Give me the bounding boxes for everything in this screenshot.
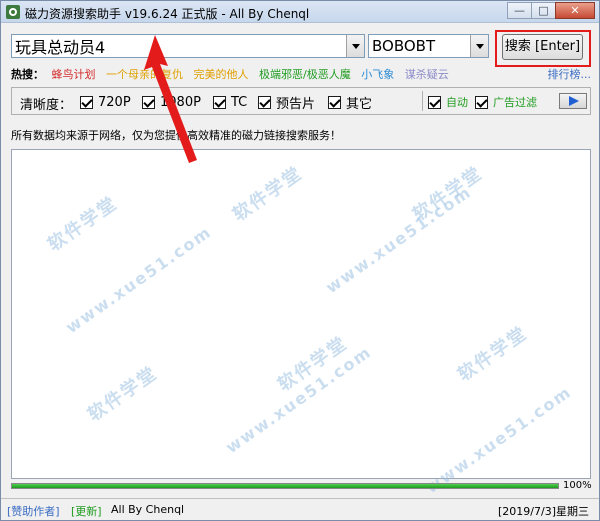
- progress-fill: [12, 484, 558, 488]
- results-list[interactable]: 软件学堂 软件学堂 软件学堂 软件学堂 软件学堂 软件学堂 www.xue51.…: [11, 149, 591, 497]
- date-text: [2019/7/3]星期三: [498, 505, 589, 518]
- checkbox-checked-icon[interactable]: [213, 95, 226, 109]
- checkbox-other[interactable]: 其它: [328, 94, 372, 112]
- checkbox-checked-icon[interactable]: [475, 95, 488, 109]
- checkbox-ad-filter[interactable]: 广告过滤: [475, 94, 537, 110]
- source-value: BOBOBT: [372, 37, 436, 55]
- status-bar: [赞助作者] [更新] All By Chenql [2019/7/3]星期三: [1, 498, 599, 520]
- watermark-url: www.xue51.com: [422, 381, 576, 498]
- hot-search-item[interactable]: 小飞象: [361, 68, 394, 81]
- watermark-url: www.xue51.com: [62, 221, 216, 338]
- app-magnet-icon: [6, 5, 20, 19]
- notice-text: 所有数据均来源于网络，仅为您提供高效精准的磁力链接搜索服务！: [11, 129, 341, 142]
- checkbox-checked-icon[interactable]: [428, 95, 441, 109]
- hot-search-item[interactable]: 蜂鸟计划: [52, 68, 96, 81]
- quality-label: 清晰度：: [20, 98, 73, 113]
- checkbox-checked-icon[interactable]: [142, 95, 155, 109]
- hot-search-item[interactable]: 谋杀疑云: [405, 68, 449, 81]
- checkbox-trailer[interactable]: 预告片: [258, 94, 315, 112]
- minimize-button[interactable]: —: [507, 2, 532, 19]
- watermark: 软件学堂: [229, 162, 307, 226]
- rank-link[interactable]: 排行榜...: [548, 66, 592, 82]
- search-input[interactable]: [12, 35, 346, 57]
- watermark-url: www.xue51.com: [222, 341, 376, 458]
- checkbox-1080p[interactable]: 1080P: [142, 94, 201, 110]
- checkbox-checked-icon[interactable]: [80, 95, 93, 109]
- hot-search-item[interactable]: 一个母亲的复仇: [106, 68, 183, 81]
- sponsor-link[interactable]: [赞助作者]: [7, 503, 60, 519]
- chevron-down-icon[interactable]: [470, 35, 488, 57]
- title-bar[interactable]: 磁力资源搜索助手 v19.6.24 正式版 - All By Chenql — …: [1, 1, 599, 23]
- quality-filter-panel: 清晰度： 720P 1080P TC 预告片 其它 自动 广告过滤: [11, 87, 591, 115]
- window-title: 磁力资源搜索助手 v19.6.24 正式版 - All By Chenql: [25, 7, 310, 21]
- app-window: 磁力资源搜索助手 v19.6.24 正式版 - All By Chenql — …: [0, 0, 600, 521]
- checkbox-720p[interactable]: 720P: [80, 94, 131, 110]
- progress-label: 100%: [563, 480, 592, 491]
- checkbox-auto[interactable]: 自动: [428, 94, 468, 110]
- watermark: 软件学堂: [409, 162, 487, 226]
- hot-search-item[interactable]: 极端邪恶/极恶人魔: [259, 68, 351, 81]
- update-link[interactable]: [更新]: [71, 503, 102, 519]
- watermark: 软件学堂: [44, 192, 122, 256]
- hot-search-row: 热搜： 蜂鸟计划 一个母亲的复仇 完美的他人 极端邪恶/极恶人魔 小飞象 谋杀疑…: [11, 66, 591, 82]
- watermark: 软件学堂: [454, 322, 532, 386]
- watermark-url: www.xue51.com: [322, 181, 476, 298]
- checkbox-checked-icon[interactable]: [258, 95, 271, 109]
- window-controls: — □ ✕: [507, 2, 595, 20]
- maximize-button[interactable]: □: [531, 2, 556, 19]
- chevron-down-icon[interactable]: [346, 35, 364, 57]
- progress-bar: [11, 483, 559, 489]
- highlight-box: [495, 30, 591, 67]
- search-combo[interactable]: [11, 34, 365, 58]
- divider: [422, 91, 423, 111]
- play-icon[interactable]: [559, 93, 587, 109]
- hot-search-item[interactable]: 完美的他人: [194, 68, 249, 81]
- watermark: 软件学堂: [84, 362, 162, 426]
- close-button[interactable]: ✕: [555, 2, 595, 19]
- hot-search-label: 热搜：: [11, 68, 44, 81]
- source-select[interactable]: BOBOBT: [368, 34, 489, 58]
- author-text: All By Chenql: [111, 503, 185, 516]
- checkbox-checked-icon[interactable]: [328, 95, 341, 109]
- watermark: 软件学堂: [274, 332, 352, 396]
- checkbox-tc[interactable]: TC: [213, 94, 247, 110]
